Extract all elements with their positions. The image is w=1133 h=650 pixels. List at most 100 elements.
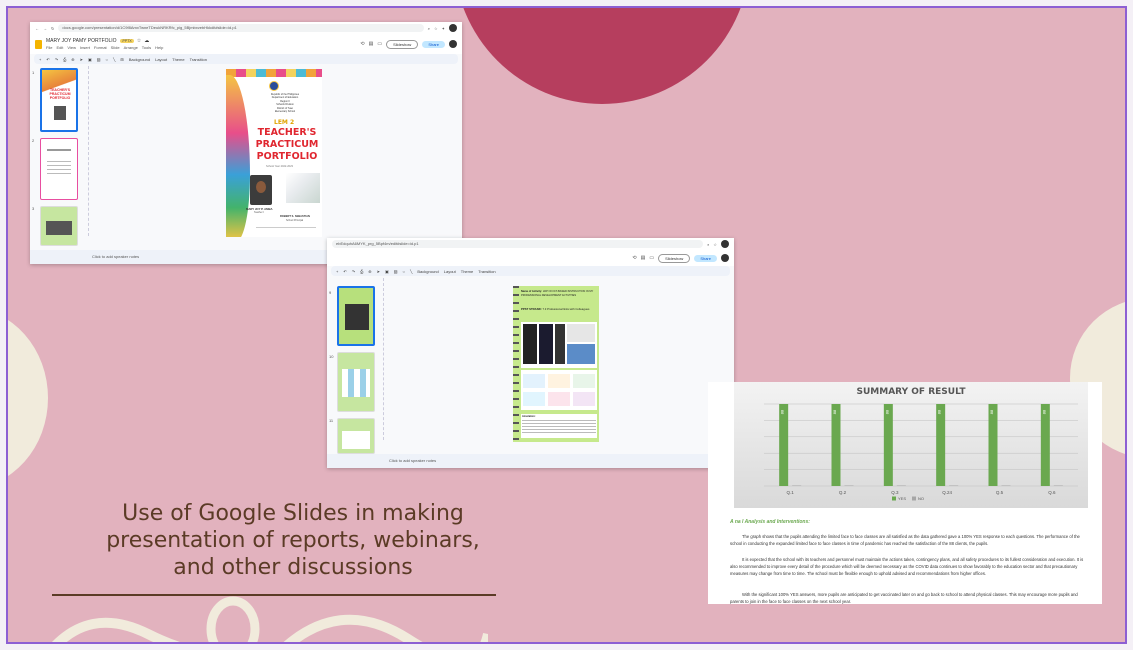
select-icon[interactable]: ➤ (80, 57, 83, 62)
legend-swatch (912, 496, 916, 501)
avatar[interactable] (721, 254, 729, 262)
slide-thumbnail[interactable] (40, 206, 78, 246)
legend-swatch (892, 496, 896, 501)
menu-tools[interactable]: Tools (142, 45, 151, 50)
header-line: Elementary School (274, 110, 296, 114)
slide-thumbnail[interactable] (337, 418, 375, 454)
history-icon[interactable]: ⟲ (360, 41, 364, 47)
shape-icon[interactable]: ○ (403, 269, 405, 274)
video-call-icon[interactable]: ▭ (377, 41, 382, 47)
toolbar-layout[interactable]: Layout (155, 57, 167, 62)
file-type-badge: .PPTX (119, 39, 134, 43)
address-field[interactable]: docs.google.com/presentation/d/1C9f8AmxT… (58, 24, 424, 32)
share-button[interactable]: Share (694, 254, 717, 262)
comment-add-icon[interactable]: ⊞ (120, 57, 123, 62)
share-button[interactable]: Share (422, 40, 445, 48)
summary-report-page: SUMMARY OF RESULT 88 Q.1 88 Q.2 88 Q.3 88 Q.24 8… (708, 382, 1102, 604)
zoom-icon[interactable]: ⊕ (71, 57, 74, 62)
redo-icon[interactable]: ↷ (55, 57, 58, 62)
toolbar-background[interactable]: Background (129, 57, 150, 62)
star-icon[interactable]: ☆ (713, 242, 717, 247)
redo-icon[interactable]: ↷ (352, 269, 355, 274)
toolbar-theme[interactable]: Theme (172, 57, 184, 62)
line-icon[interactable]: ╲ (410, 269, 412, 274)
speaker-notes[interactable]: Click to add speaker notes (327, 454, 734, 468)
slide-thumbnail[interactable]: TEACHER'S PRACTICUM PORTFOLIO (40, 68, 78, 132)
analysis-paragraph-3: With the significant 100% YES answers, m… (730, 592, 1078, 604)
slide-thumbnail[interactable] (337, 352, 375, 412)
avatar[interactable] (449, 24, 457, 32)
x-tick-label: Q.6 (1048, 490, 1056, 495)
textbox-icon[interactable]: ▣ (385, 269, 389, 274)
reload-icon[interactable]: ↻ (51, 26, 54, 31)
slideshow-button[interactable]: Slideshow (386, 39, 419, 49)
history-icon[interactable]: ⟲ (632, 255, 636, 261)
shape-icon[interactable]: ○ (106, 57, 108, 62)
menu-view[interactable]: View (67, 45, 76, 50)
data-label: 88 (780, 409, 785, 414)
analysis-paragraph-2: It is expected that the school with its … (730, 557, 1084, 576)
legend-label: YES (898, 496, 906, 501)
menu-file[interactable]: File (46, 45, 52, 50)
toolbar-transition[interactable]: Transition (478, 269, 495, 274)
toolbar-theme[interactable]: Theme (461, 269, 473, 274)
forward-arrow-icon[interactable]: → (43, 26, 47, 31)
toolbar-background[interactable]: Background (417, 269, 438, 274)
thumb-number: 3 (32, 206, 35, 211)
portfolio-cover-slide[interactable]: Republic of the Philippines Department o… (226, 69, 322, 237)
extensions-icon[interactable]: ✦ (442, 26, 445, 31)
image-icon[interactable]: ▨ (394, 269, 398, 274)
slideshow-button[interactable]: Slideshow (658, 253, 691, 263)
print-icon[interactable]: ⎙ (360, 269, 363, 274)
search-icon[interactable]: ⌕ (707, 242, 709, 247)
star-icon[interactable]: ☆ (137, 38, 141, 44)
comments-icon[interactable]: ▤ (641, 255, 646, 261)
portfolio-title-line-2: PRACTICUM (255, 139, 319, 150)
new-slide-icon[interactable]: + (39, 57, 41, 62)
select-icon[interactable]: ➤ (377, 269, 380, 274)
menu-arrange[interactable]: Arrange (124, 45, 138, 50)
zoom-icon[interactable]: ⊕ (368, 269, 371, 274)
menu-edit[interactable]: Edit (56, 45, 63, 50)
analysis-paragraph-1: The graph shows that the pupils attendin… (730, 534, 1080, 546)
editing-toolbar: + ↶ ↷ ⎙ ⊕ ➤ ▣ ▨ ○ ╲ Background Layout Th… (331, 266, 730, 276)
address-field[interactable]: ebEdquhA6MYK_prg_5Bpf4m/edit#slide=id.p1 (332, 240, 704, 248)
print-icon[interactable]: ⎙ (63, 57, 66, 62)
bar-yes (883, 404, 893, 486)
line-icon[interactable]: ╲ (113, 57, 115, 62)
textbox-icon[interactable]: ▣ (88, 57, 92, 62)
menu-help[interactable]: Help (155, 45, 163, 50)
toolbar-transition[interactable]: Transition (190, 57, 207, 62)
data-label: 88 (884, 409, 889, 414)
comments-icon[interactable]: ▤ (369, 41, 374, 47)
thumb-number: 2 (32, 138, 35, 143)
image-icon[interactable]: ▨ (97, 57, 101, 62)
toolbar-layout[interactable]: Layout (444, 269, 456, 274)
back-arrow-icon[interactable]: ← (35, 26, 39, 31)
bar-no (1053, 485, 1063, 486)
ppst-label: PPST STRAND: (521, 307, 542, 311)
spiral-binding-decoration (513, 286, 519, 442)
slide-thumbnail[interactable] (337, 286, 375, 346)
browser-window-activity: ebEdquhA6MYK_prg_5Bpf4m/edit#slide=id.p1… (327, 238, 734, 468)
star-icon[interactable]: ☆ (434, 26, 438, 31)
new-slide-icon[interactable]: + (336, 269, 338, 274)
activity-slide[interactable]: Name of Activity: LDP ON ICT-BASED INSTR… (513, 286, 599, 442)
video-call-icon[interactable]: ▭ (649, 255, 654, 261)
document-title[interactable]: MARY JOY PAMY PORTFOLIO (46, 38, 117, 44)
caption-line-1: Use of Google Slides in making (122, 501, 464, 526)
undo-icon[interactable]: ↶ (46, 57, 49, 62)
bar-yes (988, 404, 998, 486)
menu-slide[interactable]: Slide (111, 45, 120, 50)
menu-insert[interactable]: Insert (80, 45, 90, 50)
search-icon[interactable]: ⌕ (428, 26, 430, 31)
slide-thumbnail[interactable] (40, 138, 78, 200)
cloud-status-icon: ☁ (144, 38, 150, 44)
data-label: 88 (937, 409, 942, 414)
avatar[interactable] (449, 40, 457, 48)
avatar[interactable] (721, 240, 729, 248)
undo-icon[interactable]: ↶ (343, 269, 346, 274)
slides-logo-icon[interactable] (35, 39, 42, 49)
ppst-value: 7.3 Professional links with Colleagues (542, 307, 590, 311)
menu-format[interactable]: Format (94, 45, 107, 50)
